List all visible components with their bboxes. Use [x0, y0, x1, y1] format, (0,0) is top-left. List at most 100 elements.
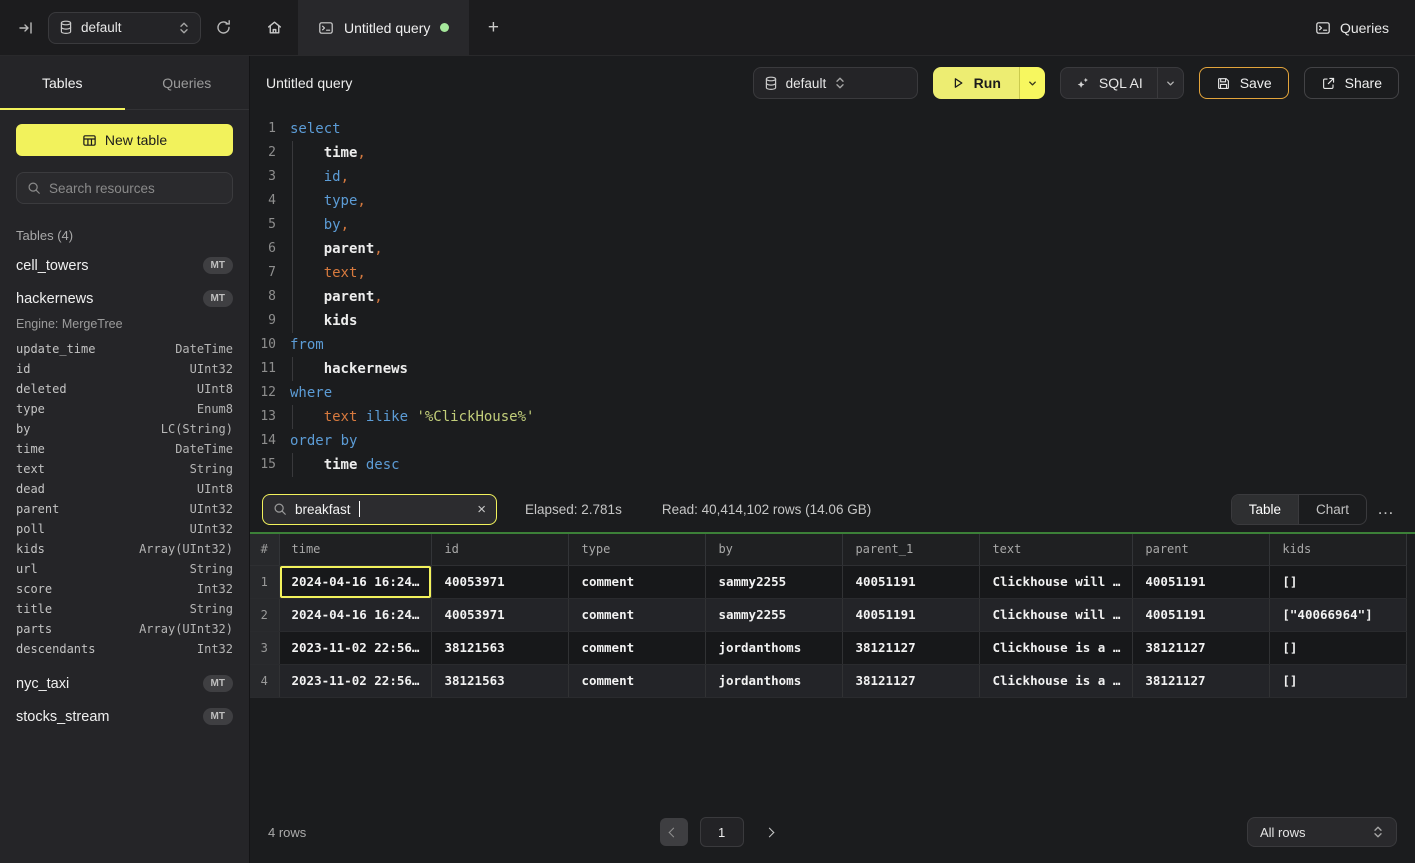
chevron-down-icon: [1027, 78, 1038, 89]
column-header-type[interactable]: type: [569, 534, 706, 565]
sql-ai-options-button[interactable]: [1157, 68, 1183, 98]
cell[interactable]: jordanthoms: [706, 664, 843, 697]
line-number: 14: [250, 429, 276, 453]
line-number: 8: [250, 285, 276, 309]
line-code: kids: [290, 309, 357, 333]
cell[interactable]: 38121563: [432, 664, 569, 697]
cell[interactable]: 40053971: [432, 598, 569, 631]
query-database-selector[interactable]: default: [753, 67, 918, 99]
column-type: UInt32: [190, 362, 233, 376]
run-button[interactable]: Run: [933, 67, 1019, 99]
line-number: 3: [250, 165, 276, 189]
column-name: dead: [16, 482, 45, 496]
cell[interactable]: 38121127: [843, 664, 980, 697]
column-header-text[interactable]: text: [980, 534, 1133, 565]
table-item-cell_towers[interactable]: cell_towersMT: [16, 249, 233, 282]
cell[interactable]: []: [1270, 664, 1407, 697]
run-options-button[interactable]: [1019, 67, 1045, 99]
new-tab-button[interactable]: +: [469, 0, 517, 55]
cell[interactable]: 40051191: [1133, 565, 1270, 598]
home-tab[interactable]: [250, 0, 298, 55]
cell[interactable]: Clickhouse is a …: [980, 631, 1133, 664]
clear-filter-button[interactable]: ×: [477, 502, 486, 517]
column-name: score: [16, 582, 52, 596]
collapse-sidebar-button[interactable]: [14, 16, 38, 40]
queries-button[interactable]: Queries: [1315, 0, 1389, 55]
cell[interactable]: 40051191: [843, 565, 980, 598]
sql-ai-button[interactable]: SQL AI: [1061, 68, 1157, 98]
page-number-input[interactable]: 1: [700, 817, 744, 847]
cell[interactable]: 38121127: [843, 631, 980, 664]
line-code: by,: [290, 213, 349, 237]
cell[interactable]: sammy2255: [706, 598, 843, 631]
cell[interactable]: []: [1270, 631, 1407, 664]
table-item-hackernews[interactable]: hackernewsMT: [16, 282, 233, 315]
column-header-index[interactable]: #: [250, 534, 279, 565]
cell[interactable]: 2023-11-02 22:56…: [279, 664, 432, 697]
table-view-button[interactable]: Table: [1232, 495, 1298, 524]
column-header-by[interactable]: by: [706, 534, 843, 565]
cell[interactable]: 38121127: [1133, 631, 1270, 664]
cell[interactable]: sammy2255: [706, 565, 843, 598]
cell[interactable]: 40051191: [1133, 598, 1270, 631]
cell[interactable]: 40053971: [432, 565, 569, 598]
table-row[interactable]: 12024-04-16 16:24…40053971commentsammy22…: [250, 565, 1407, 598]
next-page-button[interactable]: [756, 818, 784, 846]
column-header-id[interactable]: id: [432, 534, 569, 565]
tab-untitled-query[interactable]: Untitled query: [298, 0, 469, 55]
cell[interactable]: Clickhouse will …: [980, 565, 1133, 598]
chevron-down-icon: [1165, 78, 1176, 89]
save-button[interactable]: Save: [1199, 67, 1289, 99]
rows-per-page-select[interactable]: All rows: [1247, 817, 1397, 847]
cell[interactable]: jordanthoms: [706, 631, 843, 664]
cell[interactable]: comment: [569, 664, 706, 697]
code-token: desc: [366, 457, 400, 473]
column-header-time[interactable]: time: [279, 534, 432, 565]
chevron-updown-icon: [834, 76, 846, 90]
sidebar: Tables Queries New table Tables (4): [0, 56, 250, 863]
cell[interactable]: Clickhouse is a …: [980, 664, 1133, 697]
column-header-kids[interactable]: kids: [1270, 534, 1407, 565]
database-icon: [59, 20, 73, 35]
cell[interactable]: comment: [569, 565, 706, 598]
save-icon: [1216, 76, 1231, 91]
column-header-parent_1[interactable]: parent_1: [843, 534, 980, 565]
sidebar-search-input[interactable]: [49, 181, 226, 196]
cell[interactable]: 2024-04-16 16:24…: [279, 565, 432, 598]
column-header-parent[interactable]: parent: [1133, 534, 1270, 565]
line-code: hackernews: [290, 357, 408, 381]
cell[interactable]: 2023-11-02 22:56…: [279, 631, 432, 664]
code-token: select: [290, 121, 341, 137]
sidebar-tab-queries[interactable]: Queries: [125, 56, 250, 109]
table-row[interactable]: 22024-04-16 16:24…40053971commentsammy22…: [250, 598, 1407, 631]
table-item-stocks_stream[interactable]: stocks_streamMT: [16, 700, 233, 733]
results-footer: 4 rows 1 All rows: [250, 801, 1415, 863]
table-row[interactable]: 42023-11-02 22:56…38121563commentjordant…: [250, 664, 1407, 697]
sql-editor[interactable]: 1select2time,3id,4type,5by,6parent,7text…: [250, 110, 1415, 486]
share-button-label: Share: [1345, 75, 1382, 91]
code-token: hackernews: [324, 361, 408, 377]
cell[interactable]: comment: [569, 631, 706, 664]
new-table-button[interactable]: New table: [16, 124, 233, 156]
cell[interactable]: comment: [569, 598, 706, 631]
line-number: 5: [250, 213, 276, 237]
column-type: DateTime: [175, 342, 233, 356]
cell[interactable]: 2024-04-16 16:24…: [279, 598, 432, 631]
share-button[interactable]: Share: [1304, 67, 1399, 99]
cell[interactable]: 38121563: [432, 631, 569, 664]
sidebar-tab-tables[interactable]: Tables: [0, 56, 125, 109]
cell[interactable]: []: [1270, 565, 1407, 598]
prev-page-button[interactable]: [660, 818, 688, 846]
cell[interactable]: 40051191: [843, 598, 980, 631]
chart-view-button[interactable]: Chart: [1298, 495, 1366, 524]
table-row[interactable]: 32023-11-02 22:56…38121563commentjordant…: [250, 631, 1407, 664]
cell[interactable]: 38121127: [1133, 664, 1270, 697]
cell[interactable]: ["40066964"]: [1270, 598, 1407, 631]
cell[interactable]: Clickhouse will …: [980, 598, 1133, 631]
refresh-button[interactable]: [211, 15, 236, 40]
table-item-nyc_taxi[interactable]: nyc_taxiMT: [16, 667, 233, 700]
database-selector[interactable]: default: [48, 12, 201, 44]
results-filter[interactable]: breakfast ×: [262, 494, 497, 525]
line-code: time,: [290, 141, 366, 165]
more-options-button[interactable]: …: [1377, 499, 1395, 519]
